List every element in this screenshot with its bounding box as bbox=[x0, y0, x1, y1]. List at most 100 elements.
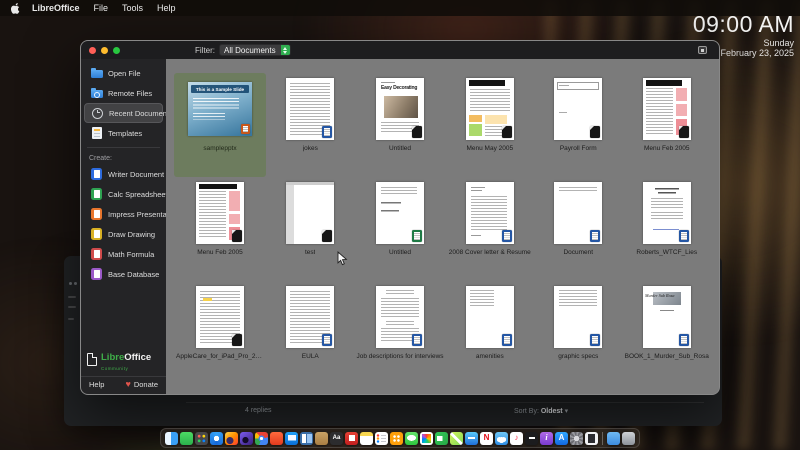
dock-facetime-icon[interactable] bbox=[435, 431, 448, 445]
impress-module-icon bbox=[91, 208, 102, 220]
dock-mail-icon[interactable] bbox=[285, 431, 298, 445]
menubar-item-help[interactable]: Help bbox=[150, 0, 183, 16]
titlebar[interactable]: Filter: All Documents bbox=[81, 41, 719, 59]
dock-downloads-folder-icon[interactable] bbox=[607, 431, 620, 445]
document-label: Menu Feb 2005 bbox=[643, 145, 690, 152]
dock-tools-app-icon[interactable] bbox=[465, 431, 478, 445]
dock-netflix-icon[interactable]: N bbox=[480, 431, 493, 445]
document-tile[interactable]: Easy Decorating Untitled bbox=[354, 73, 445, 177]
bg-window-tag-dot bbox=[70, 352, 73, 355]
sidebar-item-recent-documents[interactable]: Recent Documents bbox=[84, 103, 173, 123]
dock-dark-app-icon[interactable] bbox=[525, 431, 538, 445]
sidebar-item-templates[interactable]: Templates bbox=[84, 123, 163, 143]
dock-libreoffice-icon[interactable] bbox=[585, 431, 598, 445]
document-tile[interactable]: Menu May 2005 bbox=[446, 73, 534, 177]
zoom-button[interactable] bbox=[113, 46, 120, 54]
document-tile[interactable]: EULA bbox=[266, 281, 354, 385]
menubar-app-name[interactable]: LibreOffice bbox=[25, 0, 87, 16]
dock-firefox-icon[interactable] bbox=[225, 431, 238, 445]
dock-settings-icon[interactable] bbox=[570, 431, 583, 445]
document-label: EULA bbox=[301, 353, 319, 360]
sidebar-item-open-file[interactable]: Open File bbox=[84, 63, 163, 83]
sidebar: Open File Remote Files Recent Documents Tem… bbox=[81, 59, 179, 394]
writer-file-icon bbox=[412, 334, 422, 346]
sidebar-item-label: Recent Documents bbox=[109, 108, 173, 118]
document-tile[interactable]: graphic specs bbox=[534, 281, 622, 385]
document-tile[interactable]: Payroll Form bbox=[534, 73, 622, 177]
document-thumbnail bbox=[465, 78, 514, 140]
donate-button[interactable]: Donate bbox=[134, 380, 158, 389]
document-tile[interactable]: Murder Sub Rosa BOOK_1_Murder_Sub_Rosa bbox=[623, 281, 711, 385]
help-button[interactable]: Help bbox=[89, 380, 104, 389]
document-thumbnail: This is a Sample Slide bbox=[188, 82, 252, 136]
dock-chrome-icon[interactable] bbox=[255, 431, 268, 445]
dock-finder-icon[interactable] bbox=[165, 431, 178, 445]
dock-launchpad-icon[interactable] bbox=[195, 431, 208, 445]
document-thumbnail: Murder Sub Rosa bbox=[642, 286, 691, 348]
document-tile[interactable]: Roberts_WTCF_Lies bbox=[623, 177, 711, 281]
base-module-icon bbox=[91, 268, 102, 280]
dock-grid-app-icon[interactable] bbox=[390, 431, 403, 445]
sidebar-item-label: Calc Spreadsheet bbox=[108, 189, 168, 199]
dock-messages-icon[interactable] bbox=[405, 431, 418, 445]
dock-media-red-icon[interactable] bbox=[345, 431, 358, 445]
document-tile[interactable]: Menu Feb 2005 bbox=[623, 73, 711, 177]
open-file-icon bbox=[90, 68, 103, 78]
bg-window-line bbox=[68, 306, 76, 308]
document-label: Untitled bbox=[388, 145, 412, 152]
dock-video-call-icon[interactable] bbox=[180, 431, 193, 445]
document-tile[interactable]: 2008 Cover letter & Resume bbox=[446, 177, 534, 281]
menubar-item-tools[interactable]: Tools bbox=[115, 0, 150, 16]
dock-safari-icon[interactable] bbox=[210, 431, 223, 445]
sidebar-item-math-formula[interactable]: Math Formula bbox=[84, 244, 163, 264]
document-label: AppleCare_for_iPad_Pro_2_Years bbox=[176, 353, 264, 360]
sidebar-item-draw-drawing[interactable]: Draw Drawing bbox=[84, 224, 163, 244]
sidebar-item-base-database[interactable]: Base Database bbox=[84, 264, 163, 284]
writer-file-icon bbox=[678, 334, 689, 346]
dock-info-app-icon[interactable]: i bbox=[540, 431, 553, 445]
generic-file-icon bbox=[590, 126, 601, 138]
dock-firefox-dark-icon[interactable] bbox=[240, 431, 253, 445]
libreoffice-logo: LibreOffice Community bbox=[81, 343, 166, 373]
dock-trash-icon[interactable] bbox=[622, 431, 635, 445]
sidebar-item-calc-spreadsheet[interactable]: Calc Spreadsheet bbox=[84, 184, 168, 204]
document-tile[interactable]: This is a Sample Slide samplepptx bbox=[174, 73, 266, 177]
document-tile[interactable]: AppleCare_for_iPad_Pro_2_Years bbox=[174, 281, 266, 385]
filter-dropdown[interactable]: All Documents bbox=[219, 44, 291, 56]
dock-app-store-icon[interactable]: A bbox=[555, 431, 568, 445]
bg-window-sort-control[interactable]: Sort By: Oldest ▾ bbox=[514, 407, 568, 415]
document-tile[interactable]: Job descriptions for interviews bbox=[354, 281, 445, 385]
menubar-item-file[interactable]: File bbox=[87, 0, 116, 16]
dock-remote-desktop-icon[interactable] bbox=[300, 431, 313, 445]
dock-pencil-app-icon[interactable] bbox=[450, 431, 463, 445]
close-button[interactable] bbox=[89, 46, 96, 54]
dock-notes-icon[interactable] bbox=[360, 431, 373, 445]
dock-font-book-icon[interactable]: Aa bbox=[330, 431, 343, 445]
document-tile[interactable]: Untitled bbox=[354, 177, 445, 281]
sidebar-item-label: Templates bbox=[108, 128, 143, 138]
dock-brave-icon[interactable] bbox=[270, 431, 283, 445]
document-tile[interactable]: Menu Feb 2005 bbox=[174, 177, 266, 281]
minimize-button[interactable] bbox=[101, 46, 108, 54]
dock-cloud-app-icon[interactable] bbox=[495, 431, 508, 445]
draw-module-icon bbox=[91, 228, 102, 240]
dock-photos-icon[interactable] bbox=[420, 431, 433, 445]
document-tile[interactable]: Document bbox=[534, 177, 622, 281]
document-label: Menu May 2005 bbox=[466, 145, 514, 152]
dock-music-icon[interactable]: ♪ bbox=[510, 431, 523, 445]
document-tile[interactable]: jokes bbox=[266, 73, 354, 177]
apple-menu-icon[interactable] bbox=[6, 2, 25, 14]
dock-folder-files-icon[interactable] bbox=[315, 431, 328, 445]
document-label: Roberts_WTCF_Lies bbox=[636, 249, 698, 256]
sidebar-item-label: Open File bbox=[108, 68, 141, 78]
sidebar-item-writer-document[interactable]: Writer Document bbox=[84, 164, 164, 184]
recent-documents-grid: This is a Sample Slide samplepptx jokes Eas… bbox=[166, 59, 719, 394]
sidebar-item-impress-presentation[interactable]: Impress Presentation bbox=[84, 204, 179, 224]
document-tile[interactable]: amenities bbox=[446, 281, 534, 385]
generic-file-icon bbox=[322, 230, 333, 242]
document-thumbnail: Easy Decorating bbox=[376, 78, 424, 140]
dock-reminders-icon[interactable] bbox=[375, 431, 388, 445]
sidebar-item-remote-files[interactable]: Remote Files bbox=[84, 83, 163, 103]
sort-value[interactable]: Oldest bbox=[541, 408, 563, 415]
start-center-options-button[interactable] bbox=[698, 46, 707, 54]
